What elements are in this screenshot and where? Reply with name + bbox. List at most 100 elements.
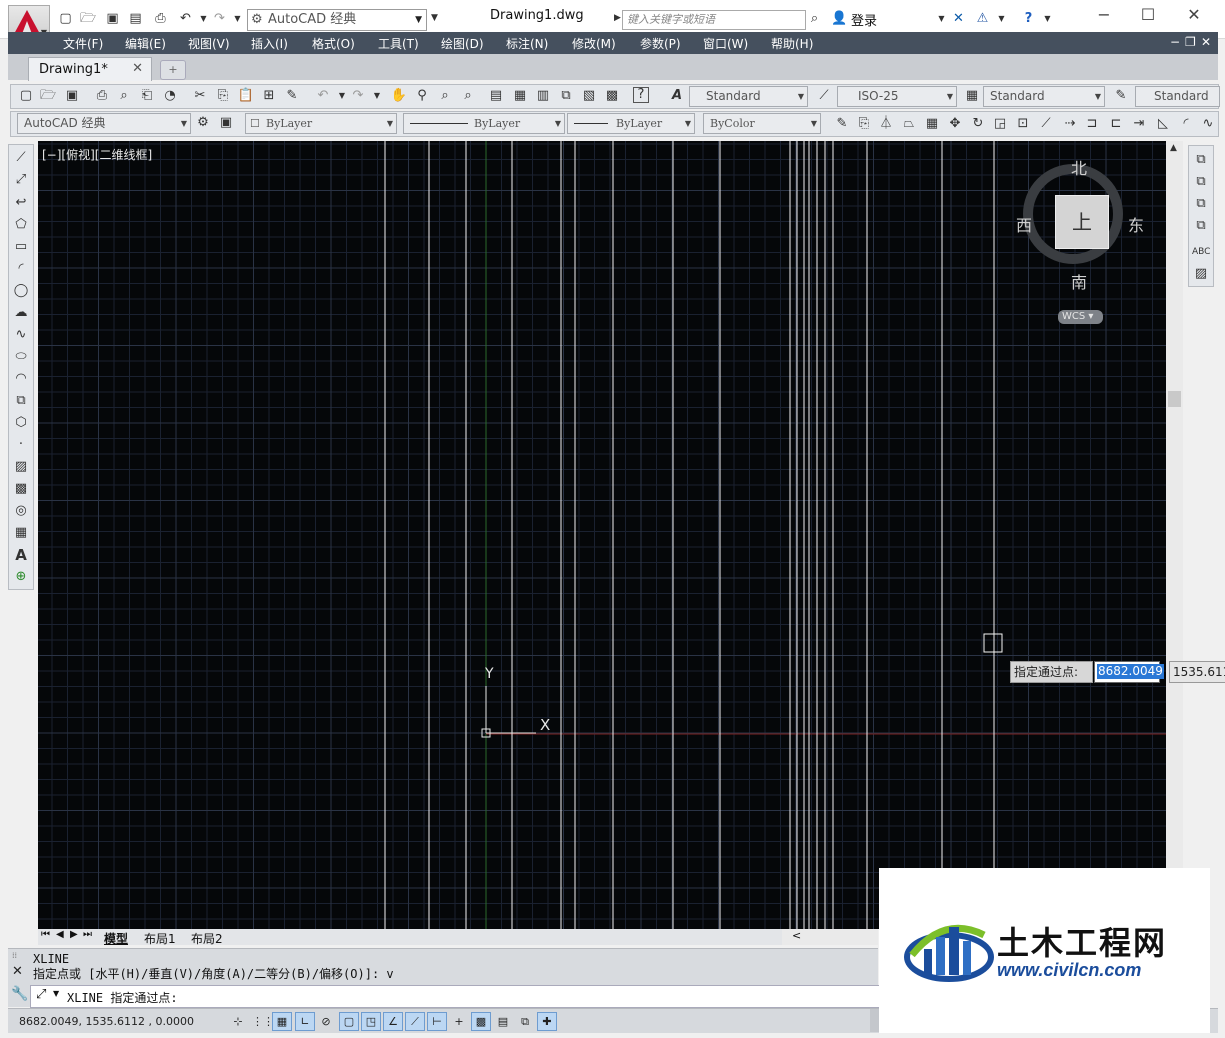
circle-icon[interactable]: ◯: [12, 282, 30, 300]
make-block-icon[interactable]: ⬡: [12, 414, 30, 432]
polygon-icon[interactable]: ⬠: [12, 216, 30, 234]
properties-icon[interactable]: ▤: [487, 87, 505, 105]
scale-icon[interactable]: ◲: [991, 115, 1009, 133]
pan-icon[interactable]: ✋: [390, 87, 408, 105]
help-icon[interactable]: ?: [633, 87, 649, 103]
close-command-icon[interactable]: ✕: [12, 964, 23, 979]
doc-close-icon[interactable]: ✕: [1201, 35, 1211, 49]
stretch-icon[interactable]: ⊡: [1014, 115, 1032, 133]
autodesk-360-icon[interactable]: ⚠: [975, 11, 990, 26]
scroll-left-icon[interactable]: <: [792, 929, 801, 942]
dynamic-ucs-icon[interactable]: ⟋: [405, 1012, 425, 1031]
redo-icon[interactable]: ↷: [349, 87, 367, 105]
3d-object-snap-icon[interactable]: ◳: [361, 1012, 381, 1031]
arc-icon[interactable]: ◜: [12, 260, 30, 278]
break-icon[interactable]: ⊏: [1107, 115, 1125, 133]
layer-manager-icon[interactable]: ▣: [217, 114, 235, 132]
grip-icon[interactable]: ⁞⁞: [12, 951, 17, 960]
save-as-icon[interactable]: ▤: [128, 11, 143, 26]
send-to-back-icon[interactable]: ⧉: [1192, 173, 1210, 191]
viewport-controls-label[interactable]: [−][俯视][二维线框]: [42, 146, 152, 163]
text-to-front-icon[interactable]: ABC: [1192, 243, 1210, 261]
help-icon[interactable]: ?: [1021, 11, 1036, 26]
cut-icon[interactable]: ✂: [191, 87, 209, 105]
menu-dimension[interactable]: 标注(N): [506, 35, 548, 52]
annotation-monitor-icon[interactable]: ✚: [537, 1012, 557, 1031]
table-icon[interactable]: ▦: [12, 524, 30, 542]
exchange-icon[interactable]: ✕: [951, 11, 966, 26]
construction-line-icon[interactable]: ⤢: [12, 171, 30, 189]
add-selected-icon[interactable]: ⊕: [12, 568, 30, 586]
menu-edit[interactable]: 编辑(E): [125, 35, 166, 52]
drawing-canvas[interactable]: [38, 141, 1166, 929]
paste-icon[interactable]: 📋: [237, 87, 255, 105]
search-input[interactable]: 键入关键字或短语: [622, 10, 806, 30]
blend-curves-icon[interactable]: ∿: [1199, 115, 1217, 133]
zoom-previous-icon[interactable]: ⌕: [459, 87, 477, 105]
lineweight-select[interactable]: ByLayer ▼: [567, 113, 695, 134]
dynamic-input-y-field[interactable]: 1535.6112: [1169, 661, 1225, 683]
ellipse-arc-icon[interactable]: ◠: [12, 370, 30, 388]
block-editor-icon[interactable]: ✎: [283, 87, 301, 105]
close-button[interactable]: ✕: [1174, 4, 1214, 26]
menu-help[interactable]: 帮助(H): [771, 35, 813, 52]
text-style-select[interactable]: Standard ▼: [689, 86, 808, 107]
scroll-up-icon[interactable]: ▲: [1170, 143, 1177, 153]
rotate-icon[interactable]: ↻: [969, 115, 987, 133]
dynamic-input-icon[interactable]: ⊢: [427, 1012, 447, 1031]
line-icon[interactable]: ⟋: [12, 149, 30, 167]
workspace-select[interactable]: ⚙ AutoCAD 经典 ▼: [247, 9, 427, 31]
table-style-select[interactable]: Standard ▼: [983, 86, 1105, 107]
drawing-viewport[interactable]: [−][俯视][二维线框] Y X 上 北 南 东 西 WCS ▾: [38, 141, 1166, 929]
layout-tab-model[interactable]: 模型: [104, 930, 128, 947]
plot-icon[interactable]: ⎙: [93, 87, 111, 105]
workspace-combo[interactable]: AutoCAD 经典 ▼: [17, 113, 191, 134]
rectangle-icon[interactable]: ▭: [12, 238, 30, 256]
send-under-icon[interactable]: ⧉: [1192, 217, 1210, 235]
grid-display-icon[interactable]: ▦: [272, 1012, 292, 1031]
autodesk-dropdown-icon[interactable]: ▼: [994, 11, 1009, 26]
first-layout-icon[interactable]: ⏮: [41, 929, 50, 940]
save-icon[interactable]: ▣: [105, 11, 120, 26]
move-icon[interactable]: ✥: [946, 115, 964, 133]
extend-icon[interactable]: ⇢: [1061, 115, 1079, 133]
match-properties-icon[interactable]: ⊞: [260, 87, 278, 105]
menu-draw[interactable]: 绘图(D): [441, 35, 484, 52]
multiline-text-icon[interactable]: A: [12, 546, 30, 564]
ellipse-icon[interactable]: ⬭: [12, 348, 30, 366]
save-icon[interactable]: ▣: [63, 87, 81, 105]
maximize-button[interactable]: ☐: [1128, 4, 1168, 26]
compass-east[interactable]: 东: [1128, 212, 1144, 236]
user-icon[interactable]: 👤: [831, 11, 847, 26]
join-icon[interactable]: ⇥: [1130, 115, 1148, 133]
undo-icon[interactable]: ↶: [178, 11, 193, 26]
compass-south[interactable]: 南: [1071, 269, 1087, 293]
copy-icon[interactable]: ⎘: [214, 87, 232, 105]
compass-west[interactable]: 西: [1016, 212, 1032, 236]
binoculars-icon[interactable]: ⌕: [807, 11, 822, 26]
object-snap-icon[interactable]: ▢: [339, 1012, 359, 1031]
workspace-settings-icon[interactable]: ⚙: [194, 114, 212, 132]
zoom-window-icon[interactable]: ⌕: [436, 87, 454, 105]
mirror-icon[interactable]: ⏃: [877, 115, 895, 133]
bring-to-front-icon[interactable]: ⧉: [1192, 151, 1210, 169]
undo-dropdown-icon[interactable]: ▼: [196, 11, 211, 26]
login-dropdown-icon[interactable]: ▼: [934, 11, 949, 26]
insert-block-icon[interactable]: ⧉: [12, 392, 30, 410]
object-snap-tracking-icon[interactable]: ∠: [383, 1012, 403, 1031]
polyline-icon[interactable]: ↩: [12, 194, 30, 212]
menu-insert[interactable]: 插入(I): [251, 35, 288, 52]
undo-icon[interactable]: ↶: [314, 87, 332, 105]
quick-properties-icon[interactable]: ▤: [493, 1012, 513, 1031]
tool-palettes-icon[interactable]: ▥: [534, 87, 552, 105]
publish-icon[interactable]: ⎗: [138, 87, 156, 105]
customize-wrench-icon[interactable]: 🔧: [11, 986, 28, 1002]
status-bar-overflow[interactable]: [870, 1009, 879, 1032]
multileader-style-select[interactable]: Standard: [1135, 86, 1220, 107]
viewcube[interactable]: 上 北 南 东 西 WCS ▾: [1016, 155, 1148, 327]
previous-layout-icon[interactable]: ◀: [56, 929, 64, 940]
doc-restore-icon[interactable]: ❐: [1185, 35, 1196, 49]
close-tab-icon[interactable]: ✕: [132, 61, 143, 76]
transparency-icon[interactable]: ▩: [471, 1012, 491, 1031]
fillet-icon[interactable]: ◜: [1177, 115, 1195, 133]
